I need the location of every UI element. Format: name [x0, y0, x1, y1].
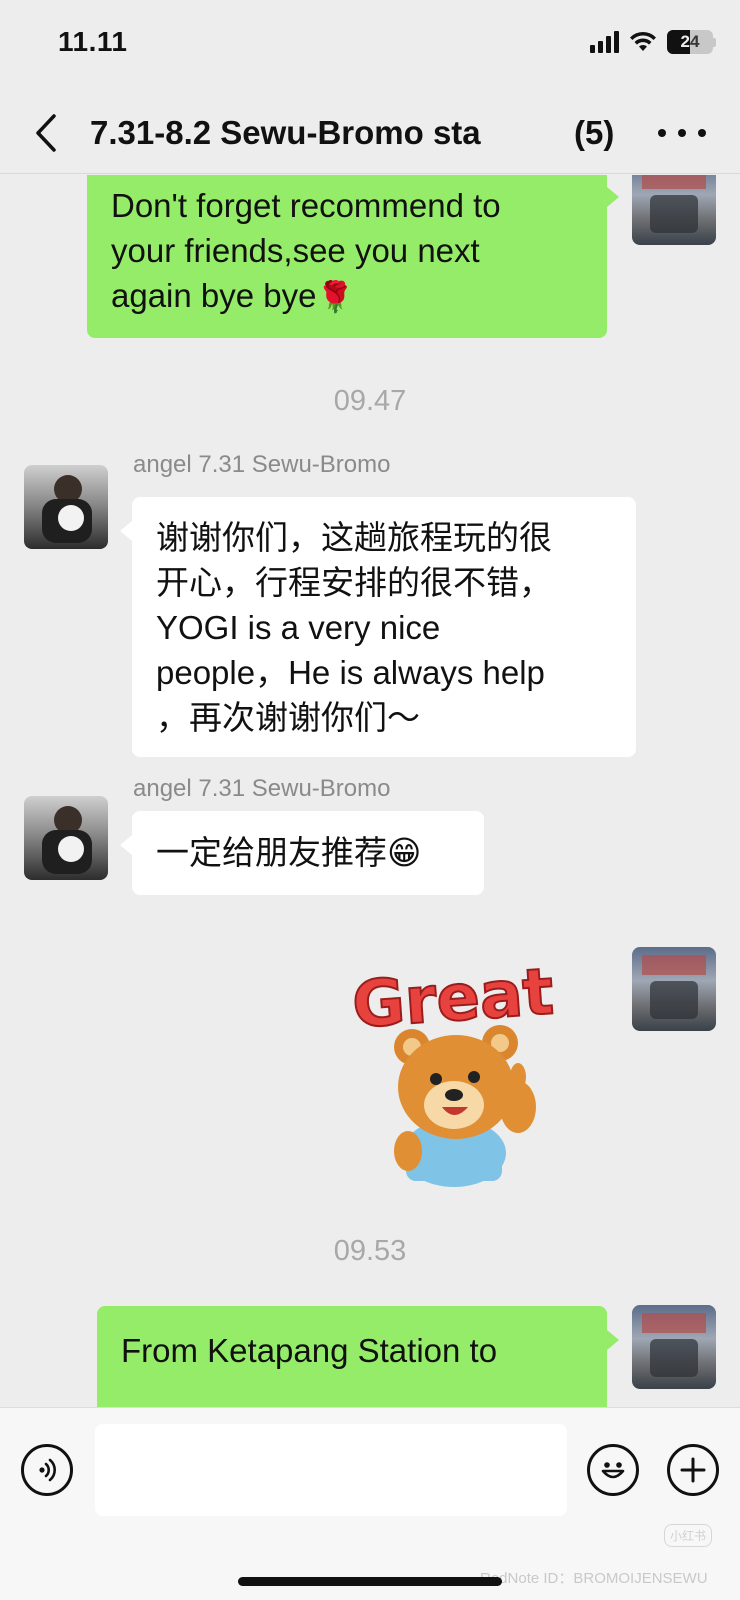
- message-line: ，再次谢谢你们～: [156, 699, 420, 736]
- message-line: again bye bye🌹: [111, 277, 354, 314]
- outgoing-message-bubble[interactable]: Don't forget recommend to your friends,s…: [87, 175, 619, 338]
- voice-icon: [39, 1458, 56, 1482]
- incoming-message-bubble[interactable]: 一定给朋友推荐😁: [120, 811, 484, 895]
- message-line: your friends,see you next: [111, 232, 480, 269]
- home-indicator: [238, 1577, 502, 1586]
- plus-icon: [680, 1457, 706, 1483]
- message-list[interactable]: Don't forget recommend to your friends,s…: [0, 175, 740, 1407]
- watermark-text: RedNote ID：BROMOIJENSEWU: [480, 1570, 708, 1587]
- avatar[interactable]: [24, 796, 108, 880]
- message-line: people，He is always help: [156, 654, 545, 691]
- chat-header: 7.31-8.2 Sewu-Bromo sta (5): [0, 92, 740, 174]
- wifi-icon: [630, 31, 656, 51]
- cellular-signal-icon: [590, 31, 619, 53]
- sender-name: angel 7.31 Sewu-Bromo: [133, 775, 391, 802]
- timestamp: 09.47: [333, 385, 407, 417]
- voice-button[interactable]: [21, 1444, 73, 1496]
- avatar[interactable]: [24, 465, 108, 549]
- chat-title: 7.31-8.2 Sewu-Bromo sta: [90, 114, 481, 151]
- status-time: 11.11: [58, 26, 128, 57]
- input-bar: 小红书 RedNote ID：BROMOIJENSEWU: [0, 1407, 740, 1600]
- battery-level: 24: [680, 32, 700, 51]
- back-button[interactable]: [26, 110, 66, 156]
- message-line: 谢谢你们，这趟旅程玩的很: [156, 519, 552, 556]
- status-icons: 24: [590, 30, 716, 54]
- more-options-button[interactable]: [658, 116, 706, 150]
- emoji-button[interactable]: [587, 1444, 639, 1496]
- chevron-left-icon: [36, 114, 56, 152]
- battery-icon: 24: [667, 30, 716, 54]
- member-count: (5): [574, 114, 615, 151]
- message-line: From Ketapang Station to: [121, 1332, 498, 1369]
- message-line: 开心，行程安排的很不错，: [156, 564, 552, 601]
- bear-thumbs-up-icon: Great: [349, 954, 557, 1187]
- watermark-logo: 小红书: [664, 1524, 713, 1547]
- emoji-icon: [601, 1462, 625, 1479]
- status-bar: 11.11 24: [0, 0, 740, 92]
- avatar[interactable]: [632, 1305, 716, 1389]
- more-dots-icon: [658, 129, 666, 137]
- message-line: YOGI is a very nice: [156, 609, 441, 646]
- grin-emoji-icon: 😁: [387, 834, 422, 871]
- sticker-text: Great: [350, 955, 556, 1043]
- message-input[interactable]: [95, 1424, 567, 1516]
- sender-name: angel 7.31 Sewu-Bromo: [133, 451, 391, 478]
- outgoing-message-bubble[interactable]: From Ketapang Station to: [97, 1306, 619, 1407]
- incoming-message-bubble[interactable]: 谢谢你们，这趟旅程玩的很 开心，行程安排的很不错， YOGI is a very…: [120, 497, 636, 757]
- sticker-message[interactable]: Great: [349, 954, 600, 1187]
- rose-emoji-icon: 🌹: [316, 281, 354, 314]
- avatar[interactable]: [632, 947, 716, 1031]
- message-text: 一定给朋友推荐: [156, 834, 387, 871]
- message-line: Don't forget recommend to: [111, 187, 501, 224]
- avatar[interactable]: [632, 175, 716, 245]
- more-functions-button[interactable]: [667, 1444, 719, 1496]
- timestamp: 09.53: [333, 1235, 407, 1267]
